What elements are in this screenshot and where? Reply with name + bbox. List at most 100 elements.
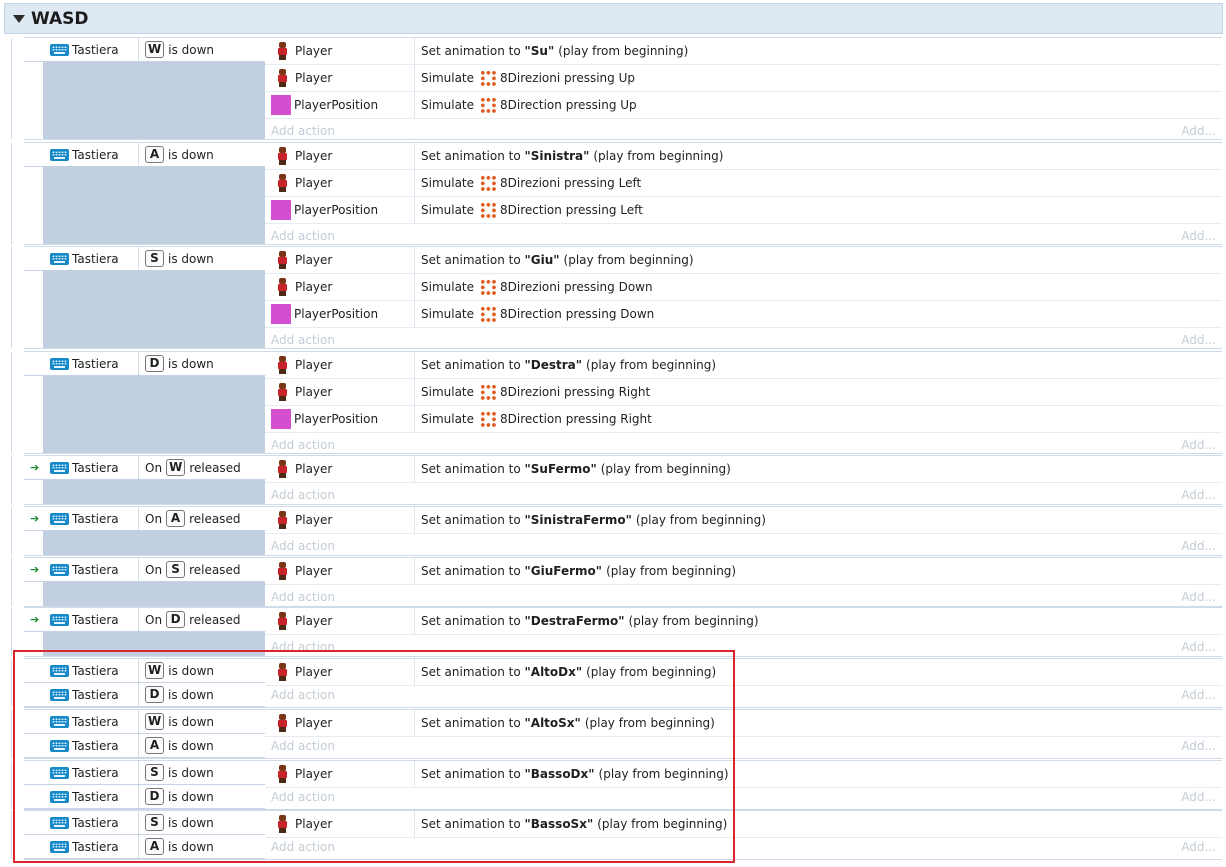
- action-text[interactable]: Simulate 8Direction pressing Down: [415, 305, 654, 323]
- action-row[interactable]: Player Set animation to "BassoDx" (play fr…: [265, 761, 1222, 788]
- condition-text[interactable]: Dis down: [139, 686, 214, 703]
- condition-object[interactable]: Tastiera: [24, 785, 139, 808]
- action-row[interactable]: Player Set animation to "Sinistra" (play f…: [265, 143, 1222, 170]
- condition-text[interactable]: Sis down: [139, 814, 214, 831]
- action-row[interactable]: Player Set animation to "DestraFermo" (pla…: [265, 608, 1222, 635]
- event-row[interactable]: Tastiera Ais down Player Set animation to "…: [11, 142, 1222, 248]
- action-row[interactable]: Player Simulate 8Direzioni pressing Right: [265, 379, 1222, 406]
- action-object[interactable]: PlayerPosition: [265, 92, 415, 118]
- action-object[interactable]: Player: [265, 659, 415, 685]
- add-action-row[interactable]: Add action Add...: [265, 835, 1222, 859]
- add-action-link[interactable]: Add action: [271, 640, 335, 654]
- action-object[interactable]: PlayerPosition: [265, 301, 415, 327]
- add-more-link[interactable]: Add...: [1181, 539, 1216, 553]
- add-action-row[interactable]: Add action Add...: [265, 635, 1222, 659]
- condition-object[interactable]: Tastiera: [24, 247, 139, 270]
- condition-text[interactable]: Sis down: [139, 250, 214, 267]
- condition-text[interactable]: Ais down: [139, 146, 214, 163]
- add-more-link[interactable]: Add...: [1181, 488, 1216, 502]
- add-action-link[interactable]: Add action: [271, 739, 335, 753]
- action-text[interactable]: Set animation to "GiuFermo" (play from be…: [415, 564, 736, 578]
- action-text[interactable]: Set animation to "Su" (play from beginnin…: [415, 44, 688, 58]
- add-action-link[interactable]: Add action: [271, 333, 335, 347]
- add-action-link[interactable]: Add action: [271, 688, 335, 702]
- condition-object[interactable]: Tastiera: [24, 352, 139, 375]
- condition-row[interactable]: Tastiera Dis down: [24, 785, 265, 809]
- condition-row[interactable]: Tastiera Ais down: [24, 734, 265, 758]
- add-action-link[interactable]: Add action: [271, 124, 335, 138]
- condition-text[interactable]: Dis down: [139, 788, 214, 805]
- add-action-row[interactable]: Add action Add...: [265, 433, 1222, 457]
- action-row[interactable]: Player Set animation to "GiuFermo" (play f…: [265, 558, 1222, 585]
- add-action-link[interactable]: Add action: [271, 539, 335, 553]
- add-more-link[interactable]: Add...: [1181, 688, 1216, 702]
- event-row[interactable]: Tastiera Sis down Tastiera Ais down Player Se…: [11, 810, 1222, 860]
- add-action-row[interactable]: Add action Add...: [265, 585, 1222, 609]
- action-object[interactable]: Player: [265, 352, 415, 378]
- condition-row[interactable]: Tastiera Sis down: [24, 247, 265, 271]
- action-text[interactable]: Set animation to "DestraFermo" (play from…: [415, 614, 759, 628]
- add-more-link[interactable]: Add...: [1181, 739, 1216, 753]
- action-text[interactable]: Simulate 8Direzioni pressing Up: [415, 69, 635, 87]
- condition-row[interactable]: Tastiera Ais down: [24, 143, 265, 167]
- action-object[interactable]: Player: [265, 608, 415, 634]
- add-action-row[interactable]: Add action Add...: [265, 483, 1222, 507]
- add-more-link[interactable]: Add...: [1181, 438, 1216, 452]
- condition-object[interactable]: ➔ Tastiera: [24, 507, 139, 530]
- action-object[interactable]: Player: [265, 761, 415, 787]
- action-text[interactable]: Simulate 8Direction pressing Left: [415, 201, 643, 219]
- add-action-row[interactable]: Add action Add...: [265, 785, 1222, 809]
- action-text[interactable]: Set animation to "AltoSx" (play from begi…: [415, 716, 715, 730]
- condition-text[interactable]: Wis down: [139, 41, 214, 58]
- condition-text[interactable]: Wis down: [139, 662, 214, 679]
- add-action-link[interactable]: Add action: [271, 229, 335, 243]
- action-object[interactable]: Player: [265, 247, 415, 273]
- action-row[interactable]: Player Simulate 8Direzioni pressing Up: [265, 65, 1222, 92]
- action-object[interactable]: Player: [265, 558, 415, 584]
- action-row[interactable]: Player Set animation to "Destra" (play fro…: [265, 352, 1222, 379]
- event-row[interactable]: Tastiera Sis down Player Set animation to "…: [11, 246, 1222, 352]
- action-object[interactable]: Player: [265, 170, 415, 196]
- action-row[interactable]: Player Set animation to "SinistraFermo" (p…: [265, 507, 1222, 534]
- action-object[interactable]: Player: [265, 710, 415, 736]
- action-object[interactable]: PlayerPosition: [265, 406, 415, 432]
- condition-row[interactable]: ➔ Tastiera On Sreleased: [24, 558, 265, 582]
- event-row[interactable]: Tastiera Sis down Tastiera Dis down Player Se…: [11, 760, 1222, 810]
- action-text[interactable]: Simulate 8Direction pressing Up: [415, 96, 637, 114]
- condition-row[interactable]: Tastiera Wis down: [24, 710, 265, 734]
- action-text[interactable]: Set animation to "SinistraFermo" (play fr…: [415, 513, 766, 527]
- add-action-link[interactable]: Add action: [271, 438, 335, 452]
- add-more-link[interactable]: Add...: [1181, 229, 1216, 243]
- action-row[interactable]: Player Simulate 8Direzioni pressing Left: [265, 170, 1222, 197]
- condition-text[interactable]: On Wreleased: [139, 459, 241, 476]
- event-row[interactable]: ➔ Tastiera On Dreleased Player Set animation …: [11, 607, 1222, 659]
- add-more-link[interactable]: Add...: [1181, 333, 1216, 347]
- condition-object[interactable]: Tastiera: [24, 734, 139, 757]
- action-row[interactable]: Player Set animation to "Su" (play from be…: [265, 38, 1222, 65]
- condition-text[interactable]: Sis down: [139, 764, 214, 781]
- condition-row[interactable]: ➔ Tastiera On Wreleased: [24, 456, 265, 480]
- add-action-row[interactable]: Add action Add...: [265, 328, 1222, 352]
- add-more-link[interactable]: Add...: [1181, 590, 1216, 604]
- action-text[interactable]: Set animation to "BassoDx" (play from beg…: [415, 767, 729, 781]
- action-row[interactable]: Player Simulate 8Direzioni pressing Down: [265, 274, 1222, 301]
- condition-object[interactable]: Tastiera: [24, 811, 139, 834]
- action-row[interactable]: PlayerPosition Simulate 8Direction pressin…: [265, 197, 1222, 224]
- add-more-link[interactable]: Add...: [1181, 790, 1216, 804]
- condition-row[interactable]: Tastiera Sis down: [24, 761, 265, 785]
- action-row[interactable]: PlayerPosition Simulate 8Direction pressin…: [265, 301, 1222, 328]
- condition-object[interactable]: Tastiera: [24, 143, 139, 166]
- action-object[interactable]: PlayerPosition: [265, 197, 415, 223]
- condition-object[interactable]: Tastiera: [24, 659, 139, 682]
- condition-row[interactable]: Tastiera Dis down: [24, 683, 265, 707]
- add-action-row[interactable]: Add action Add...: [265, 224, 1222, 248]
- action-row[interactable]: PlayerPosition Simulate 8Direction pressin…: [265, 406, 1222, 433]
- action-text[interactable]: Simulate 8Direction pressing Right: [415, 410, 652, 428]
- condition-object[interactable]: Tastiera: [24, 710, 139, 733]
- condition-object[interactable]: ➔ Tastiera: [24, 608, 139, 631]
- action-row[interactable]: Player Set animation to "SuFermo" (play fr…: [265, 456, 1222, 483]
- condition-text[interactable]: On Sreleased: [139, 561, 240, 578]
- action-text[interactable]: Set animation to "Giu" (play from beginni…: [415, 253, 694, 267]
- action-text[interactable]: Set animation to "Destra" (play from begi…: [415, 358, 716, 372]
- event-row[interactable]: Tastiera Dis down Player Set animation to "…: [11, 351, 1222, 457]
